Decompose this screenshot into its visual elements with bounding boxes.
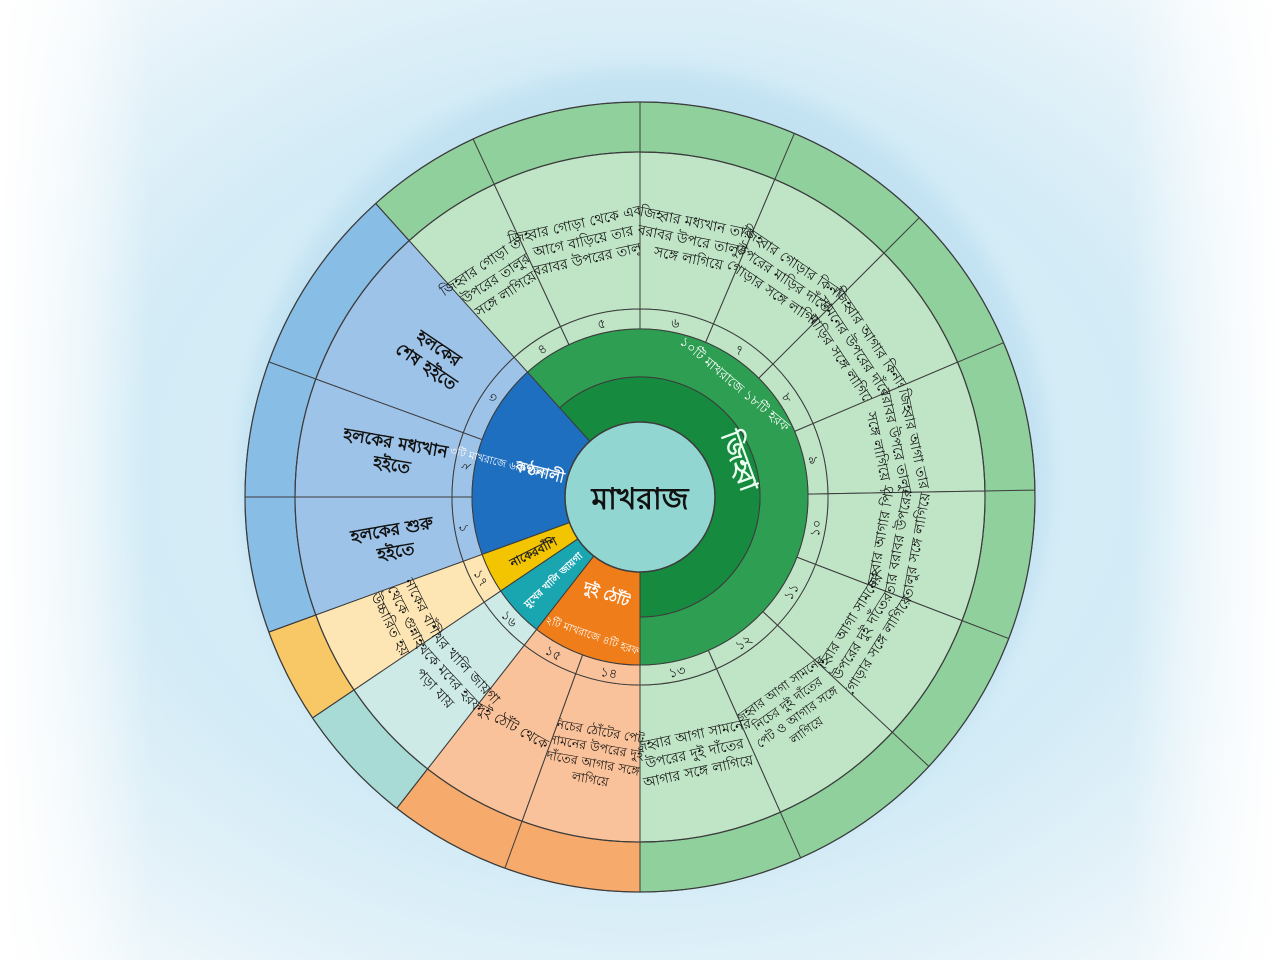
makhraj-wheel-diagram: হলকের শুরুহইতেহলকের মধ্যখানহইতেহলকেরশেষ … <box>240 69 1050 893</box>
segment-10-number: ১০ <box>808 519 826 538</box>
center-label: মাখরাজ <box>590 482 689 517</box>
diagram-canvas: হলকের শুরুহইতে হলকের মধ্যখানহইতে হলকেরশেষ … <box>0 0 1280 960</box>
segment-14-number: ১৪ <box>599 665 618 683</box>
center-hub: মাখরাজ <box>564 421 716 573</box>
